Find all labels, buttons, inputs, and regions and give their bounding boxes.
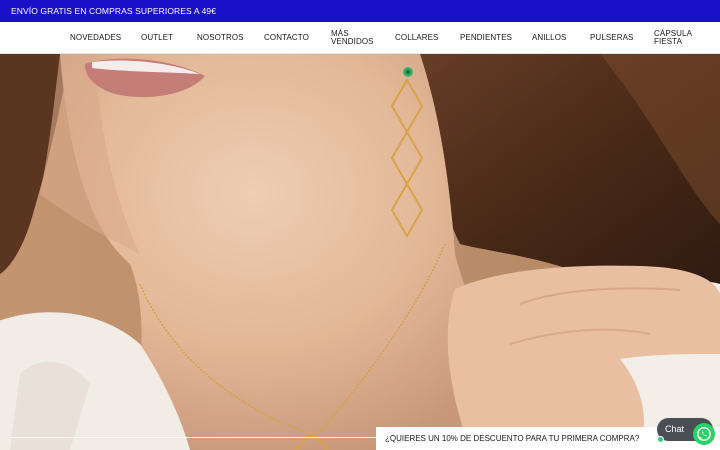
nav-anillos[interactable]: ANILLOS [532,34,567,42]
discount-popup-text: ¿QUIERES UN 10% DE DESCUENTO PARA TU PRI… [385,434,640,443]
whatsapp-icon [697,427,711,441]
hero-photo [0,54,720,450]
nav-novedades[interactable]: NOVEDADES [70,34,121,42]
nav-capsula-fiesta-line2: FIESTA [654,37,683,46]
nav-pendientes[interactable]: PENDIENTES [460,34,512,42]
nav-mas-vendidos[interactable]: MÁS VENDIDOS [331,30,374,46]
nav-pulseras[interactable]: PULSERAS [590,34,633,42]
announcement-text: ENVÍO GRATIS EN COMPRAS SUPERIORES A 49€ [11,6,217,16]
whatsapp-button[interactable] [693,423,715,445]
nav-outlet[interactable]: OUTLET [141,34,173,42]
announcement-bar: ENVÍO GRATIS EN COMPRAS SUPERIORES A 49€ [0,0,720,22]
nav-contacto[interactable]: CONTACTO [264,34,309,42]
nav-capsula-fiesta[interactable]: CÁPSULA FIESTA [654,30,692,46]
chat-label: Chat [665,424,685,434]
nav-collares[interactable]: COLLARES [395,34,438,42]
nav-mas-vendidos-line2: VENDIDOS [331,37,374,46]
hero-divider-line [10,437,376,438]
hero-banner[interactable] [0,54,720,450]
main-nav: NOVEDADES OUTLET NOSOTROS CONTACTO MÁS V… [0,22,720,54]
nav-nosotros[interactable]: NOSOTROS [197,34,244,42]
chat-status-dot [657,436,664,443]
